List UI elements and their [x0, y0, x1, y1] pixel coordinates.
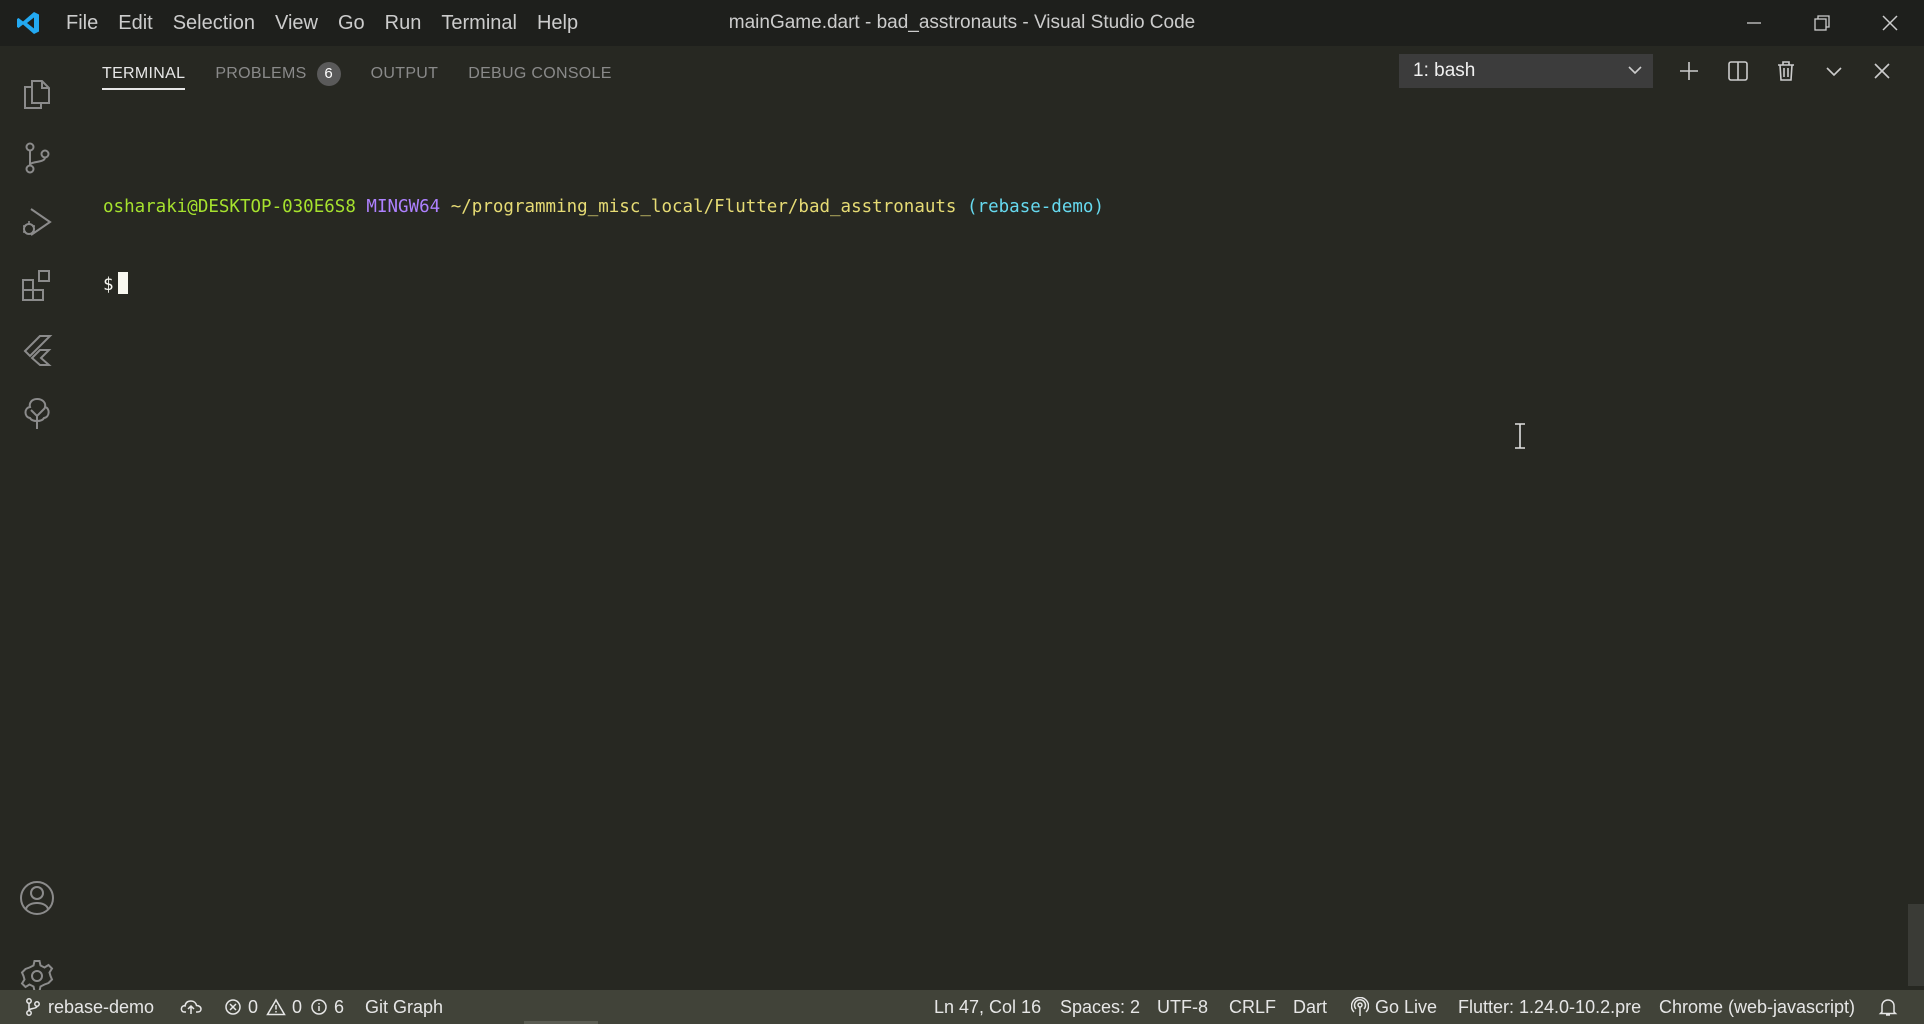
- info-count: 6: [334, 997, 345, 1017]
- status-bar: rebase-demo 0 0 6 Git Graph Ln 47, Col 1…: [0, 990, 1924, 1024]
- flutter-icon[interactable]: [0, 318, 74, 382]
- terminal-prompt-symbol: $: [103, 275, 114, 295]
- split-icon: [1728, 61, 1748, 81]
- error-icon: [225, 999, 241, 1015]
- menu-terminal[interactable]: Terminal: [431, 0, 527, 46]
- vscode-logo-icon: [0, 0, 56, 46]
- broadcast-icon: [1351, 997, 1369, 1016]
- language-mode[interactable]: Dart: [1293, 990, 1327, 1024]
- status-branch-label: rebase-demo: [48, 997, 155, 1017]
- minimize-icon: [1747, 22, 1761, 24]
- new-terminal-button[interactable]: [1670, 52, 1708, 90]
- title-bar: File Edit Selection View Go Run Terminal…: [0, 0, 1924, 46]
- cloud-upload-icon: [180, 1000, 202, 1014]
- git-branch-icon: [26, 998, 40, 1016]
- terminal-input-line: $: [103, 272, 1104, 298]
- chevron-down-icon: [1627, 54, 1643, 100]
- tab-terminal[interactable]: TERMINAL: [102, 46, 186, 102]
- encoding[interactable]: UTF-8: [1157, 990, 1208, 1024]
- source-control-icon[interactable]: [0, 126, 74, 190]
- sync-button[interactable]: [180, 990, 208, 1024]
- chevron-down-icon: [1826, 67, 1842, 77]
- window-controls: [1720, 0, 1924, 46]
- flutter-version-label: Flutter: 1.24.0-10.2.pre: [1458, 997, 1642, 1017]
- extensions-icon[interactable]: [0, 254, 74, 318]
- encoding-label: UTF-8: [1157, 997, 1208, 1017]
- terminal-user-host: osharaki@DESKTOP-030E6S8: [103, 197, 356, 217]
- notifications-button[interactable]: [1878, 990, 1904, 1024]
- cursor-position-label: Ln 47, Col 16: [934, 997, 1042, 1017]
- menu-file[interactable]: File: [56, 0, 108, 46]
- menu-go[interactable]: Go: [328, 0, 375, 46]
- close-icon: [1874, 63, 1890, 79]
- indentation-label: Spaces: 2: [1060, 997, 1141, 1017]
- git-graph-label: Git Graph: [365, 997, 444, 1017]
- split-terminal-button[interactable]: [1719, 52, 1757, 90]
- terminal-select-value: 1: bash: [1413, 60, 1476, 81]
- device-selector-label: Chrome (web-javascript): [1659, 997, 1856, 1017]
- flutter-version[interactable]: Flutter: 1.24.0-10.2.pre: [1458, 990, 1641, 1024]
- warning-icon: [266, 998, 286, 1016]
- minimize-button[interactable]: [1720, 0, 1788, 46]
- menu-help[interactable]: Help: [527, 0, 588, 46]
- activity-bar: [0, 46, 74, 992]
- terminal-path: ~/programming_misc_local/Flutter/bad_ass…: [450, 197, 957, 217]
- menu-selection[interactable]: Selection: [163, 0, 265, 46]
- tab-terminal-label: TERMINAL: [102, 65, 186, 82]
- error-count: 0: [248, 997, 259, 1017]
- restore-button[interactable]: [1788, 0, 1856, 46]
- tab-problems[interactable]: PROBLEMS 6: [215, 46, 341, 102]
- menu-run[interactable]: Run: [375, 0, 432, 46]
- restore-icon: [1814, 15, 1830, 31]
- terminal-system: MINGW64: [366, 197, 441, 217]
- line-endings-label: CRLF: [1229, 997, 1277, 1017]
- tab-output[interactable]: OUTPUT: [371, 46, 439, 102]
- menu-view[interactable]: View: [265, 0, 328, 46]
- warning-count: 0: [292, 997, 303, 1017]
- menu-edit[interactable]: Edit: [108, 0, 162, 46]
- tab-debug-console[interactable]: DEBUG CONSOLE: [468, 46, 612, 102]
- git-graph-button[interactable]: Git Graph: [365, 990, 443, 1024]
- terminal-branch: (rebase-demo): [967, 197, 1104, 217]
- close-icon: [1882, 15, 1898, 31]
- text-cursor-icon: [1512, 422, 1528, 455]
- line-endings[interactable]: CRLF: [1229, 990, 1276, 1024]
- info-icon: [311, 999, 327, 1015]
- problems-count-badge: 6: [316, 62, 341, 86]
- device-selector[interactable]: Chrome (web-javascript): [1659, 990, 1855, 1024]
- terminal-select-dropdown[interactable]: 1: bash: [1399, 54, 1653, 88]
- account-icon[interactable]: [0, 866, 74, 930]
- menu-bar: File Edit Selection View Go Run Terminal…: [56, 0, 588, 46]
- run-debug-icon[interactable]: [0, 190, 74, 254]
- terminal-prompt-line: osharaki@DESKTOP-030E6S8 MINGW64 ~/progr…: [103, 194, 1104, 220]
- tab-problems-label: PROBLEMS: [215, 65, 307, 82]
- kill-terminal-button[interactable]: [1767, 52, 1805, 90]
- panel-tabs: TERMINAL PROBLEMS 6 OUTPUT DEBUG CONSOLE: [102, 46, 642, 102]
- terminal-cursor: [117, 272, 128, 294]
- go-live-label: Go Live: [1375, 997, 1438, 1017]
- maximize-panel-button[interactable]: [1815, 52, 1853, 90]
- terminal-scrollbar[interactable]: [1908, 904, 1924, 986]
- language-mode-label: Dart: [1293, 997, 1328, 1017]
- explorer-icon[interactable]: [0, 62, 74, 126]
- cursor-position[interactable]: Ln 47, Col 16: [934, 990, 1041, 1024]
- problems-summary[interactable]: 0 0 6: [224, 990, 344, 1024]
- terminal-output[interactable]: osharaki@DESKTOP-030E6S8 MINGW64 ~/progr…: [103, 142, 1104, 324]
- tab-output-label: OUTPUT: [370, 65, 439, 82]
- tree-icon[interactable]: [0, 382, 74, 446]
- close-window-button[interactable]: [1856, 0, 1924, 46]
- bell-icon: [1878, 999, 1898, 1016]
- go-live-button[interactable]: Go Live: [1351, 990, 1437, 1024]
- close-panel-button[interactable]: [1863, 52, 1901, 90]
- tab-debug-console-label: DEBUG CONSOLE: [468, 65, 612, 82]
- status-branch[interactable]: rebase-demo: [24, 990, 154, 1024]
- indentation[interactable]: Spaces: 2: [1060, 990, 1140, 1024]
- trash-icon: [1778, 61, 1794, 81]
- plus-icon: [1680, 62, 1698, 80]
